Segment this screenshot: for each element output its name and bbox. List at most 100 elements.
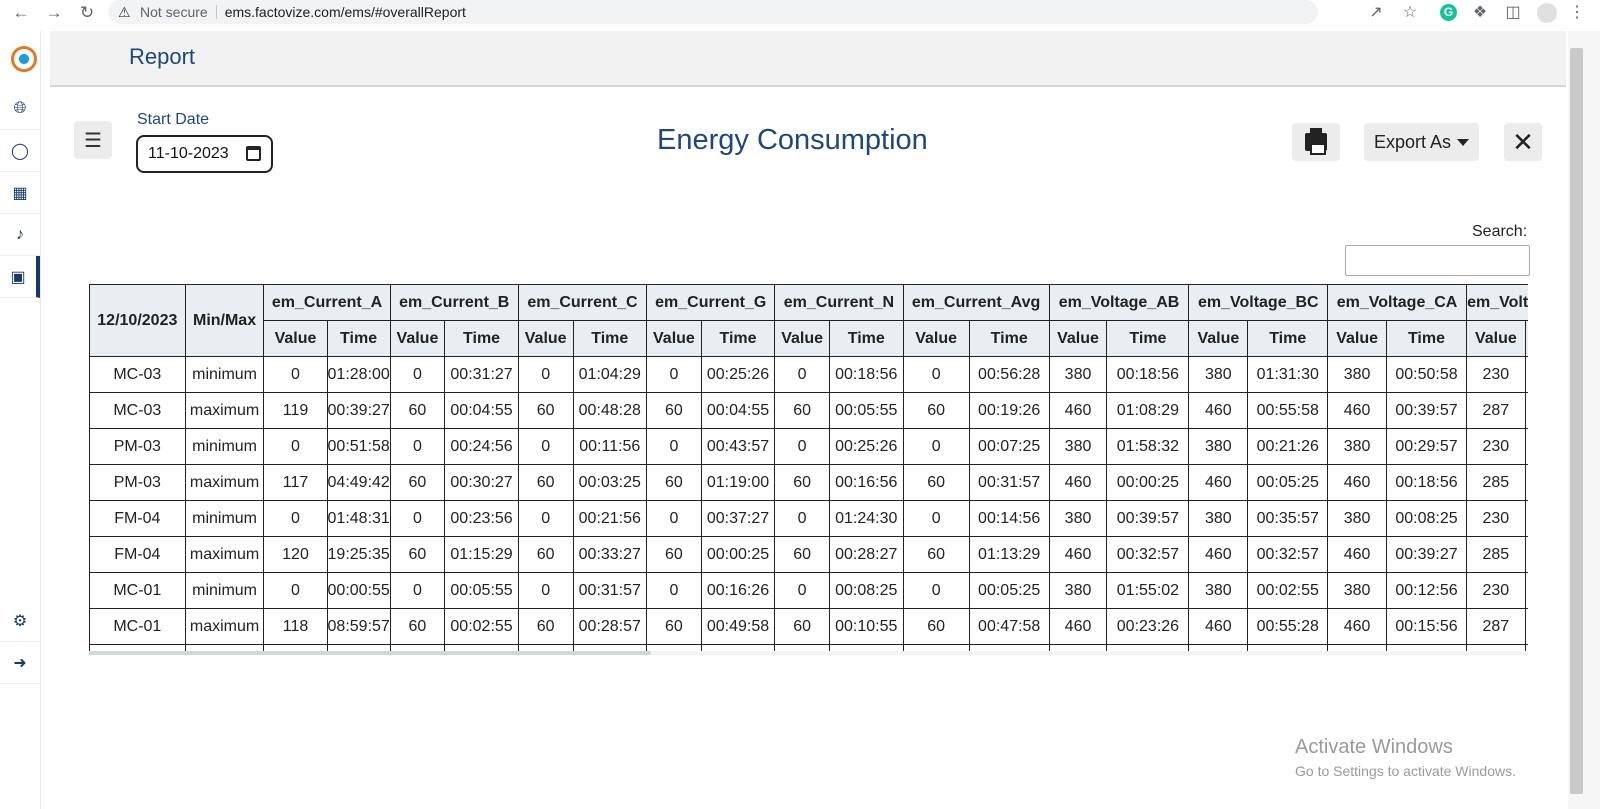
time-cell: 00:30:27	[444, 464, 519, 501]
value-cell: 60	[902, 392, 970, 429]
value-cell: 118	[263, 608, 328, 645]
compass-icon[interactable]: ◯	[0, 130, 40, 172]
bell-icon[interactable]: ♪	[0, 214, 40, 256]
value-cell: 0	[517, 356, 574, 393]
value-subheader: Value	[517, 320, 574, 357]
value-cell: 60	[517, 536, 574, 573]
time-cell: 00:55:28	[1247, 608, 1329, 645]
value-cell: 0	[902, 572, 970, 609]
bookmark-star-icon[interactable]: ☆	[1400, 3, 1420, 23]
value-cell: 460	[1188, 536, 1249, 573]
sitemap-icon[interactable]: ▦	[0, 172, 40, 214]
start-date-input[interactable]: 11-10-2023	[136, 135, 273, 173]
parameter-group-header: em_Voltage_AN	[1465, 284, 1528, 321]
time-subheader: Time	[1106, 320, 1190, 357]
horizontal-scrollbar-thumb[interactable]	[89, 651, 651, 655]
vertical-scrollbar-thumb[interactable]	[1570, 48, 1583, 794]
value-cell: 0	[517, 428, 574, 465]
not-secure-label: Not secure	[140, 4, 208, 20]
sign-out-icon[interactable]: ➜	[0, 642, 40, 684]
globe-icon[interactable]: 🌐︎	[0, 88, 40, 130]
time-cell: 00:14:56	[968, 500, 1050, 537]
time-cell: 01:04:29	[572, 356, 648, 393]
page-title: Report	[129, 44, 196, 69]
value-subheader: Value	[1465, 320, 1526, 357]
time-cell: 00:19:26	[968, 392, 1050, 429]
time-cell: 00:15:56	[1386, 608, 1467, 645]
value-cell: 60	[646, 536, 702, 573]
forward-arrow-icon[interactable]: →	[44, 3, 64, 23]
value-cell: 287	[1465, 608, 1526, 645]
value-cell: 0	[389, 500, 446, 537]
time-cell: 00:16:56	[828, 464, 904, 501]
value-cell: 0	[646, 428, 702, 465]
value-cell: 460	[1048, 392, 1108, 429]
value-cell: 119	[263, 392, 328, 429]
file-report-icon[interactable]: ▣	[0, 256, 40, 298]
value-cell: 380	[1327, 500, 1388, 537]
table-row: FM-04 maximum 120 19:25:35 60 01:15:29 60 00:33…	[89, 536, 1528, 573]
print-button[interactable]	[1292, 123, 1340, 161]
time-subheader: Time	[326, 320, 391, 357]
value-cell: 0	[646, 572, 702, 609]
time-cell: 00:31:57	[572, 572, 648, 609]
value-cell: 380	[1048, 572, 1108, 609]
table-row: PM-03 maximum 117 04:49:42 60 00:30:27 60 00:03…	[89, 464, 1528, 501]
machine-cell: FM-04	[89, 536, 186, 573]
time-cell: 00:39:57	[1386, 392, 1467, 429]
value-cell: 0	[774, 356, 830, 393]
calendar-icon[interactable]	[246, 146, 261, 161]
value-cell: 60	[517, 608, 574, 645]
value-cell: 60	[389, 608, 446, 645]
value-subheader: Value	[646, 320, 702, 357]
reload-icon[interactable]: ↻	[77, 3, 97, 23]
time-cell: 00:56:28	[968, 356, 1050, 393]
kebab-menu-icon[interactable]: ⋮	[1567, 3, 1587, 23]
profile-avatar[interactable]	[1537, 3, 1557, 23]
value-cell: 380	[1188, 572, 1249, 609]
value-cell: 380	[1188, 356, 1249, 393]
time-cell: 00:02:55	[444, 608, 519, 645]
app-logo[interactable]	[11, 46, 37, 72]
share-icon[interactable]: ↗	[1366, 3, 1386, 23]
time-cell: 01:13:29	[968, 536, 1050, 573]
time-cell: 00:05:25	[1247, 464, 1329, 501]
energy-report-table: 12/10/2023 Min/Max em_Current_A em_Current_…	[89, 284, 1528, 652]
back-arrow-icon[interactable]: ←	[11, 3, 31, 23]
value-cell: 60	[517, 392, 574, 429]
value-cell: 60	[902, 464, 970, 501]
extensions-puzzle-icon[interactable]: ❖	[1470, 3, 1490, 23]
grammarly-extension-icon[interactable]: G	[1440, 4, 1457, 21]
export-as-button[interactable]: Export As	[1364, 123, 1479, 161]
value-cell: 380	[1188, 428, 1249, 465]
time-cell: 00:49:58	[700, 608, 776, 645]
time-cell: 00:03:25	[572, 464, 648, 501]
report-table-container[interactable]: 12/10/2023 Min/Max em_Current_A em_Current_…	[89, 284, 1528, 652]
time-subheader: Time	[828, 320, 904, 357]
time-cell: 00:39:27	[1386, 536, 1467, 573]
value-cell: 380	[1048, 500, 1108, 537]
time-cell: 00:10:55	[828, 608, 904, 645]
search-input[interactable]	[1345, 245, 1530, 276]
machine-cell: PM-03	[89, 428, 186, 465]
time-cell: 00:18:56	[1386, 464, 1467, 501]
gear-icon[interactable]: ⚙	[0, 600, 40, 642]
value-cell: 0	[389, 428, 446, 465]
value-cell: 460	[1048, 608, 1108, 645]
address-bar[interactable]: ⚠ Not secure ems.factovize.com/ems/#over…	[108, 0, 1318, 24]
time-cell: 00:	[1524, 428, 1528, 465]
side-panel-icon[interactable]: ◫	[1503, 3, 1523, 23]
value-cell: 60	[646, 464, 702, 501]
machine-cell: MC-03	[89, 356, 186, 393]
parameter-group-header: em_Voltage_AB	[1048, 284, 1190, 321]
value-cell: 0	[774, 572, 830, 609]
close-button[interactable]: ✕	[1504, 123, 1542, 161]
time-cell: 00:37:27	[700, 500, 776, 537]
minmax-column-header: Min/Max	[184, 284, 265, 357]
value-cell: 60	[389, 392, 446, 429]
time-cell: 00:32:57	[1247, 536, 1329, 573]
value-cell: 380	[1048, 356, 1108, 393]
value-cell: 380	[1327, 356, 1388, 393]
time-cell: 19:25:35	[326, 536, 391, 573]
hamburger-menu-button[interactable]: ☰	[74, 121, 112, 159]
